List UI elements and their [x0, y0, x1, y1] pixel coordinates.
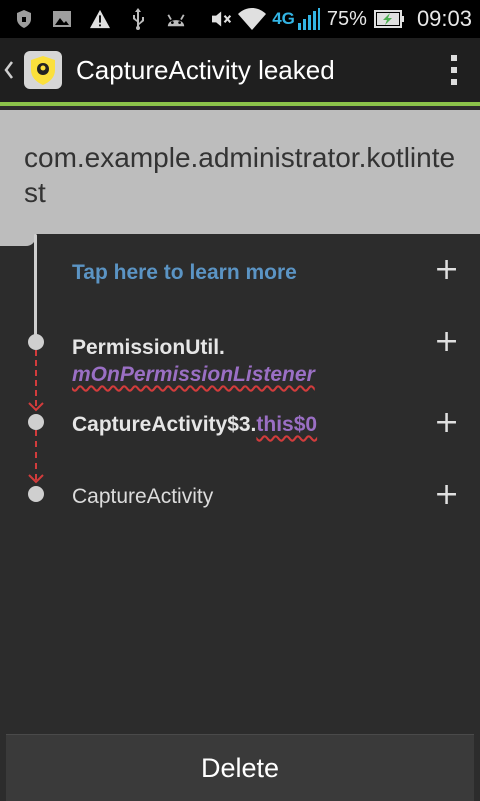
back-chevron-icon[interactable] — [4, 60, 22, 80]
usb-icon — [128, 8, 148, 30]
status-bar: 4G 75% 09:03 — [0, 0, 480, 38]
trace-class-name: CaptureActivity$3. — [72, 413, 257, 436]
trace-row-permissionutil[interactable]: PermissionUtil. mOnPermissionListener — [72, 334, 315, 388]
network-type: 4G — [272, 9, 295, 28]
trace-field-name: mOnPermissionListener — [72, 363, 315, 386]
action-bar: CaptureActivity leaked — [0, 38, 480, 106]
expand-plus-icon[interactable]: + — [434, 408, 459, 438]
reference-dashed-line — [35, 350, 37, 406]
expand-plus-icon[interactable]: + — [434, 327, 459, 357]
trace-connector — [34, 234, 37, 342]
mute-icon — [212, 9, 232, 29]
leak-trace: Tap here to learn more + PermissionUtil.… — [0, 234, 480, 734]
android-icon — [166, 9, 186, 29]
overflow-menu-icon[interactable] — [434, 46, 474, 94]
trace-row-captureactivity3[interactable]: CaptureActivity$3.this$0 — [72, 413, 317, 437]
trace-node-dot — [28, 414, 44, 430]
leakcanary-app-icon[interactable] — [24, 51, 62, 89]
expand-plus-icon[interactable]: + — [434, 255, 459, 285]
reference-arrow-icon — [28, 474, 44, 484]
reference-dashed-line — [35, 430, 37, 480]
trace-field-name: this$0 — [256, 413, 318, 436]
page-title: CaptureActivity leaked — [76, 54, 335, 85]
battery-charging-icon — [373, 9, 405, 29]
warning-icon — [90, 9, 110, 29]
trace-class-name: PermissionUtil. — [72, 336, 225, 359]
reference-arrow-icon — [28, 402, 44, 412]
leak-header: com.example.administrator.kotlintest — [0, 110, 480, 234]
shield-icon — [14, 9, 34, 29]
clock: 09:03 — [416, 6, 472, 31]
trace-row-captureactivity[interactable]: CaptureActivity — [72, 485, 213, 509]
learn-more-link[interactable]: Tap here to learn more — [72, 261, 297, 285]
package-name: com.example.administrator.kotlintest — [24, 142, 456, 208]
trace-node-dot — [28, 334, 44, 350]
image-icon — [52, 9, 72, 29]
expand-plus-icon[interactable]: + — [434, 480, 459, 510]
trace-node-dot — [28, 486, 44, 502]
signal-icon — [297, 8, 321, 30]
wifi-icon — [238, 8, 267, 30]
battery-percent: 75% — [326, 7, 367, 30]
delete-button[interactable]: Delete — [6, 734, 474, 801]
